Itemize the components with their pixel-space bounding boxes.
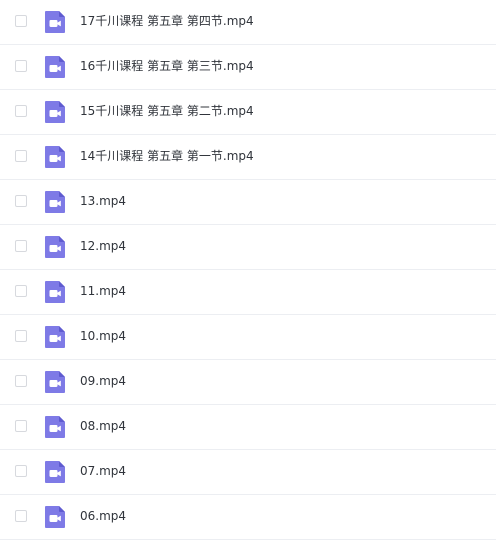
row-checkbox[interactable]: [15, 150, 27, 162]
file-row[interactable]: 15千川课程 第五章 第二节.mp4: [0, 90, 496, 135]
file-row[interactable]: 08.mp4: [0, 405, 496, 450]
video-file-icon: [44, 370, 66, 394]
file-row[interactable]: 14千川课程 第五章 第一节.mp4: [0, 135, 496, 180]
video-file-icon: [44, 235, 66, 259]
video-file-icon: [44, 145, 66, 169]
file-name[interactable]: 12.mp4: [80, 237, 126, 255]
row-checkbox[interactable]: [15, 330, 27, 342]
video-file-icon: [44, 190, 66, 214]
file-name[interactable]: 10.mp4: [80, 327, 126, 345]
file-name[interactable]: 13.mp4: [80, 192, 126, 210]
row-checkbox[interactable]: [15, 285, 27, 297]
video-file-icon: [44, 505, 66, 529]
file-row[interactable]: 09.mp4: [0, 360, 496, 405]
file-row[interactable]: 07.mp4: [0, 450, 496, 495]
video-file-icon: [44, 460, 66, 484]
row-checkbox[interactable]: [15, 420, 27, 432]
file-row[interactable]: 13.mp4: [0, 180, 496, 225]
video-file-icon: [44, 10, 66, 34]
row-checkbox[interactable]: [15, 375, 27, 387]
video-file-icon: [44, 55, 66, 79]
file-row[interactable]: 11.mp4: [0, 270, 496, 315]
row-checkbox[interactable]: [15, 465, 27, 477]
file-name[interactable]: 14千川课程 第五章 第一节.mp4: [80, 147, 254, 165]
file-row[interactable]: 12.mp4: [0, 225, 496, 270]
file-name[interactable]: 07.mp4: [80, 462, 126, 480]
file-name[interactable]: 17千川课程 第五章 第四节.mp4: [80, 12, 254, 30]
file-row[interactable]: 10.mp4: [0, 315, 496, 360]
video-file-icon: [44, 325, 66, 349]
video-file-icon: [44, 415, 66, 439]
row-checkbox[interactable]: [15, 195, 27, 207]
file-name[interactable]: 11.mp4: [80, 282, 126, 300]
row-checkbox[interactable]: [15, 60, 27, 72]
file-name[interactable]: 16千川课程 第五章 第三节.mp4: [80, 57, 254, 75]
file-name[interactable]: 08.mp4: [80, 417, 126, 435]
file-row[interactable]: 17千川课程 第五章 第四节.mp4: [0, 0, 496, 45]
file-name[interactable]: 09.mp4: [80, 372, 126, 390]
file-row[interactable]: 06.mp4: [0, 495, 496, 540]
file-name[interactable]: 15千川课程 第五章 第二节.mp4: [80, 102, 254, 120]
row-checkbox[interactable]: [15, 105, 27, 117]
row-checkbox[interactable]: [15, 510, 27, 522]
video-file-icon: [44, 100, 66, 124]
row-checkbox[interactable]: [15, 240, 27, 252]
file-row[interactable]: 16千川课程 第五章 第三节.mp4: [0, 45, 496, 90]
row-checkbox[interactable]: [15, 15, 27, 27]
video-file-icon: [44, 280, 66, 304]
file-name[interactable]: 06.mp4: [80, 507, 126, 525]
file-list: 17千川课程 第五章 第四节.mp4 16千川课程 第五章 第三节.mp4 15…: [0, 0, 496, 545]
